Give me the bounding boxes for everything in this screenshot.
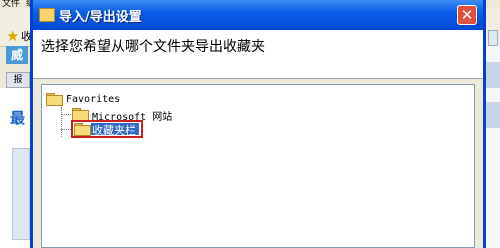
dialog-header: 选择您希望从哪个文件夹导出收藏夹 <box>33 30 483 79</box>
tree-connector <box>61 107 62 137</box>
folder-icon <box>39 8 55 22</box>
folder-tree[interactable]: Favorites Microsoft 网站 收藏夹栏 <box>41 84 475 248</box>
tree-connector <box>61 114 71 115</box>
site-logo-icon[interactable]: 威 <box>6 46 28 64</box>
dialog-titlebar[interactable]: 导入/导出设置 ✕ <box>33 0 483 30</box>
toolbar-button[interactable] <box>488 30 498 46</box>
folder-icon <box>74 123 91 136</box>
tree-item-label: 收藏夹栏 <box>92 124 136 137</box>
tree-item-favorites-bar[interactable]: 收藏夹栏 <box>71 120 143 138</box>
folder-open-icon <box>46 93 63 106</box>
instruction-text: 选择您希望从哪个文件夹导出收藏夹 <box>41 39 265 55</box>
background-heading: 最 <box>10 109 26 127</box>
favorites-star-icon[interactable]: ★ <box>6 28 22 44</box>
folder-icon <box>72 108 89 121</box>
panel-block <box>486 102 500 128</box>
background-tab[interactable]: 报 <box>6 72 30 88</box>
import-export-dialog: 导入/导出设置 ✕ 选择您希望从哪个文件夹导出收藏夹 Favorites Mic… <box>30 0 486 248</box>
dialog-title: 导入/导出设置 <box>59 10 142 25</box>
panel-block <box>486 62 500 88</box>
close-button[interactable]: ✕ <box>457 5 477 25</box>
background-image <box>12 148 30 240</box>
tree-item-favorites[interactable]: Favorites <box>66 94 120 105</box>
background-right-panel <box>486 46 500 248</box>
tree-connector <box>61 129 71 130</box>
